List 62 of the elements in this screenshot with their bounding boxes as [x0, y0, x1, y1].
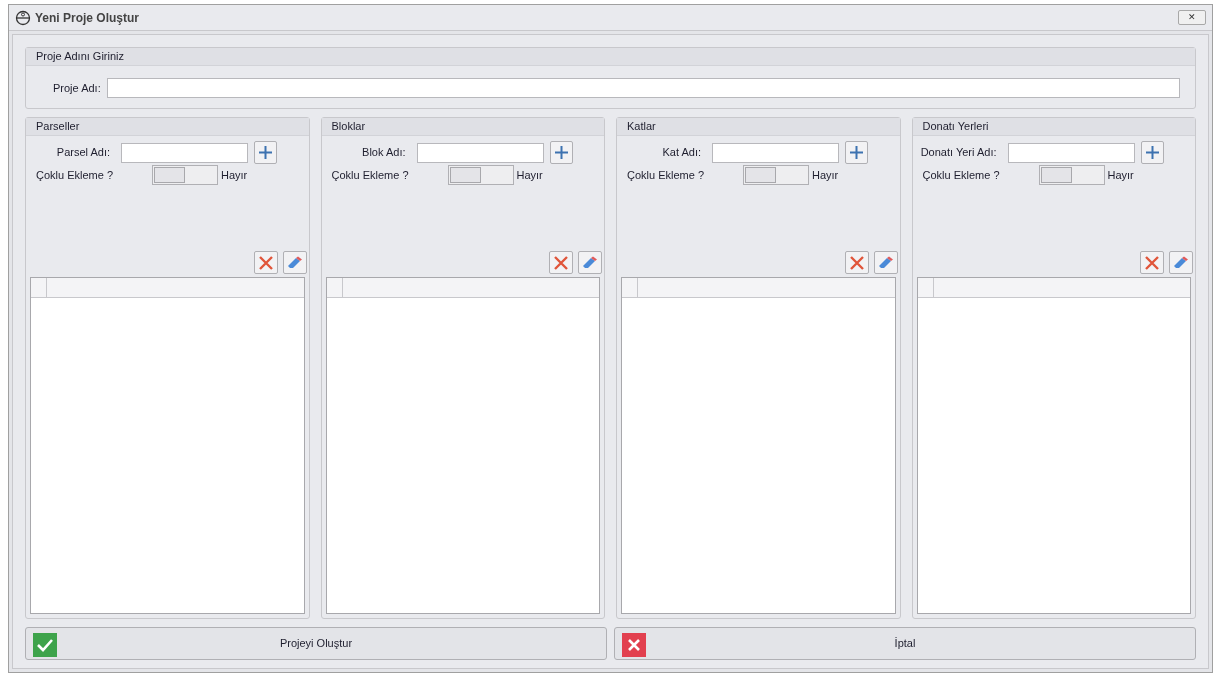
toggle-state-label: Hayır: [221, 167, 248, 183]
toggle-thumb: [745, 167, 776, 183]
eraser-icon: [1173, 255, 1189, 270]
group-title: Proje Adını Giriniz: [36, 49, 125, 65]
add-button[interactable]: [254, 141, 277, 164]
toggle-switch[interactable]: [447, 165, 514, 185]
name-field[interactable]: [712, 142, 839, 163]
field-label: Blok Adı:: [362, 146, 406, 159]
close-icon: [553, 254, 569, 271]
clear-button[interactable]: [1169, 251, 1193, 274]
delete-button[interactable]: [844, 251, 869, 274]
cancel-button[interactable]: İptal: [614, 627, 1196, 660]
plus-icon: [1144, 145, 1160, 160]
clear-button[interactable]: [578, 251, 602, 274]
option-label: Çoklu Ekleme ?: [627, 168, 705, 181]
clear-button[interactable]: [873, 251, 898, 274]
close-button[interactable]: ✕: [1178, 10, 1206, 25]
panel-title: Donatı Yerleri: [922, 119, 989, 135]
toggle-thumb: [154, 167, 185, 183]
check-icon: [33, 633, 57, 657]
field-label: Parsel Adı:: [56, 146, 110, 159]
option-label: Çoklu Ekleme ?: [331, 168, 409, 181]
toggle-thumb: [1040, 167, 1072, 183]
option-label: Çoklu Ekleme ?: [922, 168, 1000, 181]
compass-icon: [15, 9, 31, 26]
panel-title: Katlar: [627, 119, 656, 135]
plus-icon: [849, 145, 864, 160]
field-label: Kat Adı:: [662, 146, 701, 159]
add-button[interactable]: [1140, 141, 1164, 164]
eraser-icon: [582, 255, 598, 270]
field-label: Proje Adı:: [53, 80, 101, 96]
toggle-switch[interactable]: [743, 165, 809, 185]
eraser-icon: [877, 255, 894, 270]
close-icon: [257, 254, 274, 271]
window-title: Yeni Proje Oluştur: [35, 9, 140, 27]
close-icon: [848, 254, 865, 271]
toggle-state-label: Hayır: [516, 167, 543, 183]
toggle-state-label: Hayır: [1107, 167, 1134, 183]
toggle-state-label: Hayır: [812, 167, 839, 183]
name-field[interactable]: [121, 142, 248, 163]
delete-button[interactable]: [253, 251, 278, 274]
create-button[interactable]: Projeyi Oluştur: [25, 627, 607, 660]
add-button[interactable]: [549, 141, 573, 164]
close-icon: [622, 633, 646, 657]
option-label: Çoklu Ekleme ?: [36, 168, 114, 181]
delete-button[interactable]: [549, 251, 573, 274]
name-field[interactable]: [416, 142, 544, 163]
delete-button[interactable]: [1140, 251, 1164, 274]
project-name-field[interactable]: [106, 78, 1180, 98]
plus-icon: [553, 145, 569, 160]
toggle-switch[interactable]: [152, 165, 218, 185]
panel-title: Bloklar: [331, 119, 366, 135]
clear-button[interactable]: [282, 251, 307, 274]
name-field[interactable]: [1007, 142, 1135, 163]
toggle-switch[interactable]: [1038, 165, 1105, 185]
panel-title: Parseller: [36, 119, 80, 135]
plus-icon: [258, 145, 273, 160]
eraser-icon: [286, 255, 303, 270]
add-button[interactable]: [845, 141, 868, 164]
field-label: Donatı Yeri Adı:: [920, 146, 997, 159]
close-icon: [1144, 254, 1160, 271]
toggle-thumb: [449, 167, 481, 183]
